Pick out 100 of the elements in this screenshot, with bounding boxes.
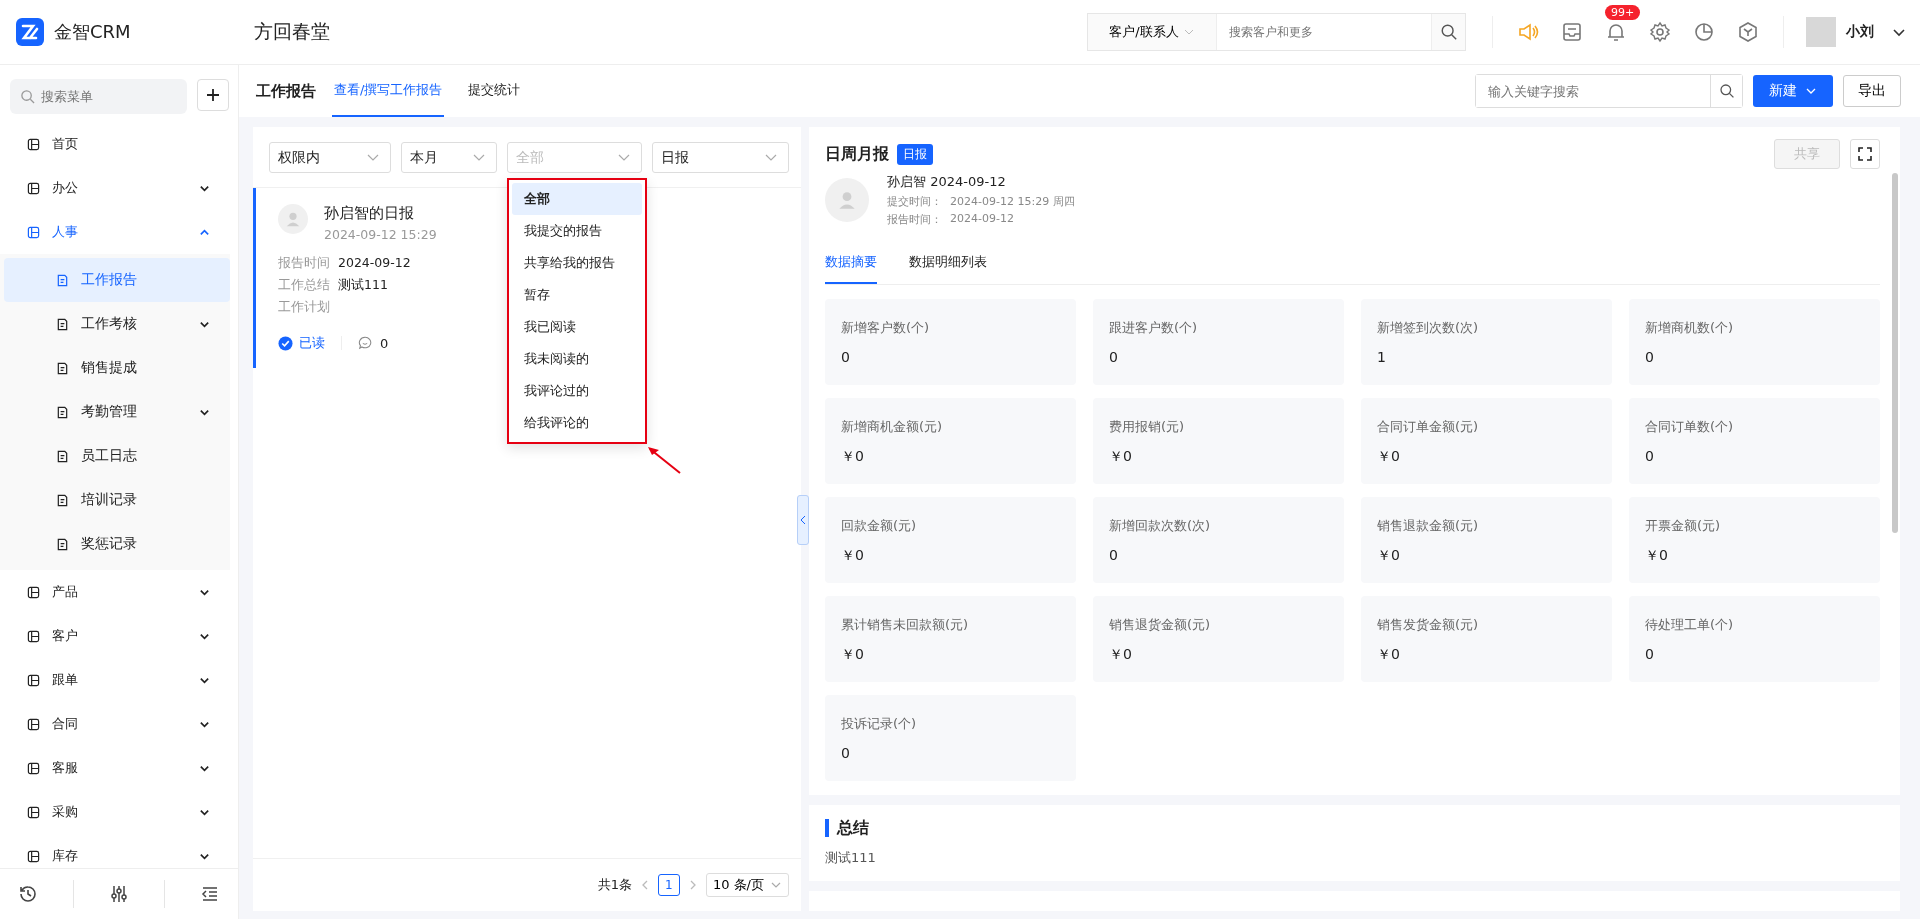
filter-select[interactable]: 权限内 (269, 142, 391, 173)
menu-item-icon (27, 181, 40, 195)
detail-tab[interactable]: 数据明细列表 (909, 245, 987, 284)
page-tab[interactable]: 查看/撰写工作报告 (332, 65, 445, 117)
stat-label: 合同订单金额(元) (1377, 418, 1480, 436)
stat-value: ￥0 (1645, 547, 1669, 565)
inbox-icon[interactable] (1561, 21, 1583, 43)
stat-label: 销售发货金额(元) (1377, 616, 1480, 634)
scrollbar-thumb[interactable] (1892, 173, 1898, 533)
dropdown-option[interactable]: 给我评论的 (512, 407, 642, 439)
sidebar-item[interactable]: 产品 (0, 570, 238, 614)
sidebar-subitem[interactable]: 员工日志 (4, 434, 230, 478)
total-count: 共1条 (597, 876, 632, 894)
export-button[interactable]: 导出 (1843, 75, 1901, 107)
page-size-select[interactable]: 10 条/页 (705, 873, 789, 897)
history-icon[interactable] (17, 884, 38, 904)
menu-search-field[interactable]: 搜索菜单 (10, 79, 187, 114)
sidebar-subitem[interactable]: 销售提成 (4, 346, 230, 390)
detail-tab[interactable]: 数据摘要 (825, 245, 877, 284)
search-button[interactable] (1710, 75, 1742, 107)
menu-item-icon (27, 629, 40, 643)
dropdown-option[interactable]: 暂存 (512, 279, 642, 311)
field-value: 2024-09-12 (338, 254, 411, 272)
menu-item-icon (27, 761, 40, 775)
cube-icon[interactable] (1737, 21, 1759, 43)
sidebar-item[interactable]: 跟单 (0, 658, 238, 702)
search-scope-select[interactable]: 客户/联系人 (1088, 14, 1216, 50)
logo-icon (16, 18, 44, 46)
stat-label: 新增客户数(个) (841, 319, 931, 337)
add-button[interactable] (197, 79, 229, 111)
document-icon (56, 405, 69, 419)
fullscreen-button[interactable] (1850, 139, 1880, 169)
sidebar-item[interactable]: 客服 (0, 746, 238, 790)
stat-label: 新增签到次数(次) (1377, 319, 1480, 337)
stat-value: 0 (841, 745, 851, 761)
stat-value: ￥0 (841, 646, 865, 664)
summary-text: 测试111 (825, 849, 877, 867)
stat-label: 新增商机数(个) (1645, 319, 1735, 337)
sidebar-item[interactable]: 合同 (0, 702, 238, 746)
bell-icon[interactable] (1605, 21, 1627, 43)
settings-icon[interactable] (1649, 21, 1671, 43)
pie-chart-icon[interactable] (1693, 21, 1715, 43)
avatar-placeholder (278, 204, 308, 234)
page-number[interactable]: 1 (657, 874, 680, 896)
sidebar-item[interactable]: 首页 (0, 122, 238, 166)
stat-label: 待处理工单(个) (1645, 616, 1735, 634)
dropdown-option[interactable]: 我评论过的 (512, 375, 642, 407)
stat-value: 0 (1645, 646, 1655, 662)
author-line: 孙启智 2024-09-12 (887, 173, 1007, 191)
menu-search-input[interactable]: 搜索菜单 (39, 88, 163, 105)
meta-value: 2024-09-12 15:29 周四 (950, 194, 1075, 209)
stat-value: ￥0 (1377, 646, 1401, 664)
document-icon (56, 537, 69, 551)
search-icon (20, 89, 35, 104)
stat-value: ￥0 (1377, 547, 1401, 565)
menu-item-icon (27, 805, 40, 819)
menu-item-icon (27, 137, 40, 151)
stat-label: 开票金额(元) (1645, 517, 1722, 535)
sidebar-item[interactable]: 库存 (0, 834, 238, 868)
stat-value: 0 (1645, 349, 1655, 365)
stat-label: 回款金额(元) (841, 517, 918, 535)
sidebar-item[interactable]: 采购 (0, 790, 238, 834)
dropdown-option[interactable]: 共享给我的报告 (512, 247, 642, 279)
search-button[interactable] (1431, 14, 1465, 50)
stat-value: ￥0 (1109, 448, 1133, 466)
sidebar-item[interactable]: 客户 (0, 614, 238, 658)
report-type-tag: 日报 (897, 143, 933, 165)
meta-label: 提交时间： (887, 194, 942, 209)
sidebar-subitem[interactable]: 工作报告 (4, 258, 230, 302)
collapse-handle[interactable] (797, 495, 809, 545)
menu-item-icon (27, 717, 40, 731)
chevron-icon (199, 226, 210, 238)
filter-select[interactable]: 日报 (652, 142, 789, 173)
chevron-left-icon (800, 515, 806, 525)
stat-value: ￥0 (1109, 646, 1133, 664)
section-heading: 总结 (825, 819, 1884, 837)
dropdown-option[interactable]: 全部 (512, 183, 642, 215)
sidebar-item[interactable]: 办公 (0, 166, 238, 210)
comment-icon (358, 336, 372, 350)
sliders-icon[interactable] (108, 884, 129, 904)
page-tab[interactable]: 提交统计 (466, 65, 523, 117)
fullscreen-icon (1858, 147, 1872, 161)
sidebar-item[interactable]: 人事 (0, 210, 238, 254)
document-icon (56, 317, 69, 331)
stat-value: ￥0 (841, 448, 865, 466)
user-name: 小刘 (1846, 23, 1874, 41)
filter-select[interactable]: 本月 (401, 142, 497, 173)
global-search-bar[interactable]: 客户/联系人 搜索客户和更多 (1087, 13, 1466, 51)
dropdown-option[interactable]: 我已阅读 (512, 311, 642, 343)
brand-name: 金智CRM (54, 20, 131, 44)
keyword-search-bar[interactable]: 输入关键字搜索 (1475, 74, 1743, 108)
stat-label: 销售退款金额(元) (1377, 517, 1480, 535)
sidebar-subitem[interactable]: 工作考核 (4, 302, 230, 346)
sidebar-subitem[interactable]: 考勤管理 (4, 390, 230, 434)
field-label: 报告时间 (278, 254, 330, 272)
dropdown-option[interactable]: 我提交的报告 (512, 215, 642, 247)
sidebar-subitem[interactable]: 奖惩记录 (4, 522, 230, 566)
new-button[interactable]: 新建 (1753, 75, 1833, 107)
sidebar-subitem[interactable]: 培训记录 (4, 478, 230, 522)
plus-icon (205, 87, 221, 103)
